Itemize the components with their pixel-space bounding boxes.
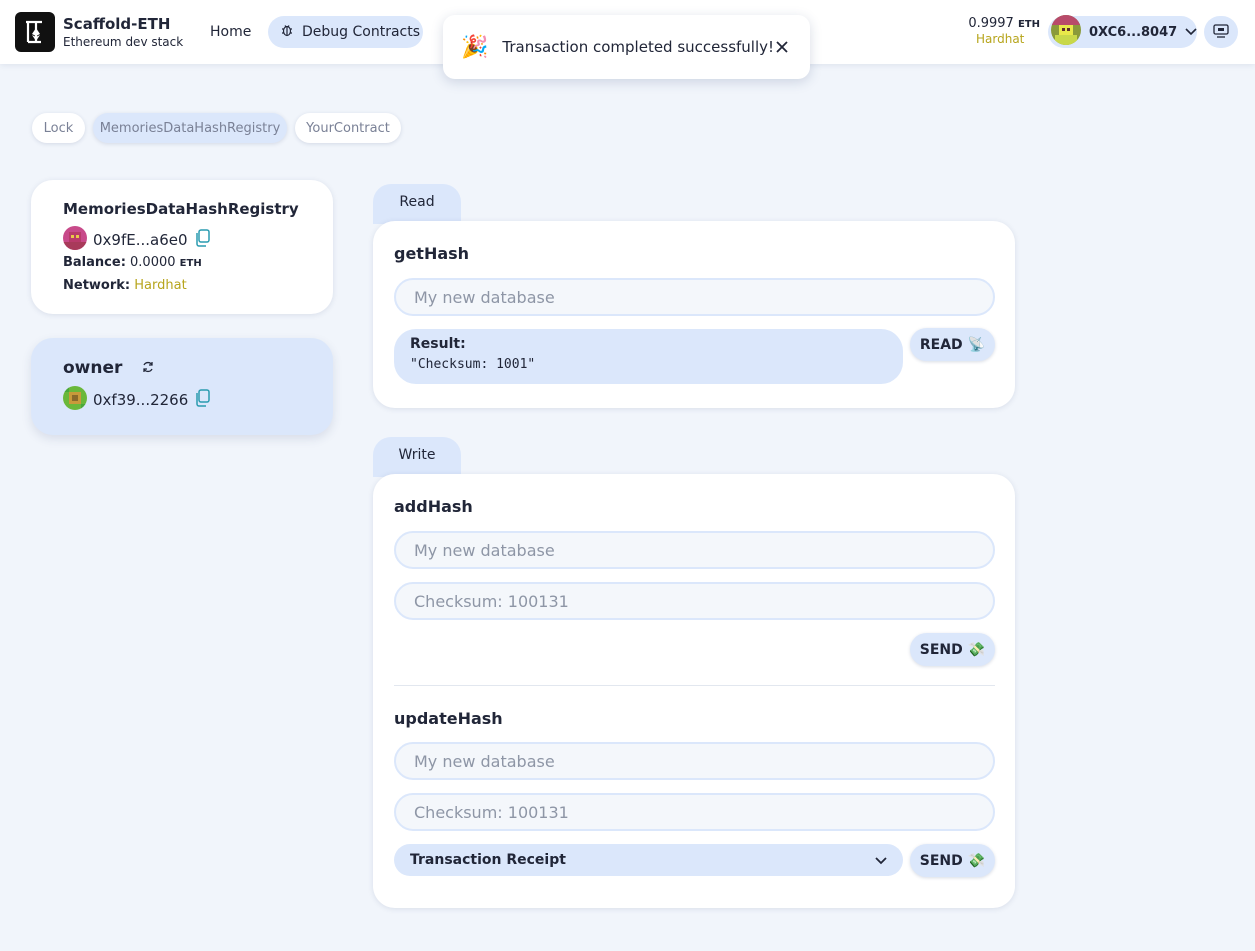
contract-tab-yourcontract[interactable]: YourContract [295, 113, 401, 143]
owner-label-text: owner [63, 358, 123, 378]
updatehash-function-name: updateHash [394, 709, 503, 728]
contract-network-line: Network: Hardhat [63, 278, 187, 293]
network-label: Network: [63, 278, 131, 293]
gethash-input[interactable]: My new database [394, 278, 995, 316]
tab-read: Read [373, 184, 461, 224]
read-button[interactable]: READ 📡 [910, 328, 995, 361]
balance-value: 0.0000 [130, 255, 176, 270]
read-function-name: getHash [394, 244, 470, 263]
brand-title: Scaffold-ETH [63, 15, 171, 33]
brand-subtitle: Ethereum dev stack [63, 35, 184, 49]
wallet-account-button[interactable]: 0XC6...8047 [1048, 15, 1197, 49]
refresh-icon[interactable] [142, 358, 154, 378]
wallet-balance-unit: ETH [1017, 19, 1040, 30]
copy-icon[interactable] [194, 389, 211, 411]
success-toast: 🎉 Transaction completed successfully! [443, 15, 810, 79]
read-button-label: READ [919, 336, 963, 353]
network-value: Hardhat [134, 278, 187, 293]
toast-message: Transaction completed successfully! [502, 38, 775, 56]
qr-code-button[interactable] [1204, 16, 1238, 48]
updatehash-input-1[interactable]: My new database [394, 742, 995, 780]
copy-icon[interactable] [194, 229, 210, 251]
contract-tab-memories[interactable]: MemoriesDataHashRegistry [93, 113, 287, 143]
contract-tab-lock[interactable]: Lock [32, 113, 85, 143]
tab-write: Write [373, 437, 461, 477]
receipt-label: Transaction Receipt [410, 852, 566, 868]
read-panel: getHash My new database Result: "Checksu… [373, 221, 1015, 408]
owner-card: owner 0xf39...2266 [31, 338, 333, 435]
owner-label: owner [63, 358, 154, 378]
result-value: "Checksum: 1001" [410, 357, 536, 372]
send-button-label: SEND [919, 641, 963, 658]
send-button-label: SEND [919, 852, 963, 869]
chevron-down-icon [875, 853, 887, 869]
money-icon: 💸 [967, 641, 986, 658]
transaction-receipt-dropdown[interactable]: Transaction Receipt [394, 844, 903, 876]
satellite-icon: 📡 [967, 336, 986, 353]
avatar [63, 386, 87, 414]
close-icon[interactable] [773, 38, 791, 56]
bug-icon [280, 23, 294, 41]
money-icon: 💸 [967, 852, 986, 869]
contract-info-card: MemoriesDataHashRegistry 0x9fE...a6e0 Ba… [31, 180, 333, 314]
updatehash-input-2[interactable]: Checksum: 100131 [394, 793, 995, 831]
wallet-balance: 0.9997 ETH [968, 16, 1040, 31]
addhash-input-1[interactable]: My new database [394, 531, 995, 569]
wallet-address: 0XC6...8047 [1089, 24, 1178, 40]
qr-code-icon [1213, 23, 1229, 42]
updatehash-send-button[interactable]: SEND 💸 [910, 844, 995, 877]
contract-address-row: 0x9fE...a6e0 [63, 226, 210, 254]
write-panel: addHash My new database Checksum: 100131… [373, 474, 1015, 908]
party-popper-icon: 🎉 [461, 34, 489, 60]
contract-address: 0x9fE...a6e0 [93, 231, 188, 249]
read-result-box: Result: "Checksum: 1001" [394, 329, 903, 384]
addhash-function-name: addHash [394, 497, 473, 516]
avatar [1051, 15, 1081, 49]
addhash-send-button[interactable]: SEND 💸 [910, 633, 995, 666]
scaffold-logo[interactable] [15, 12, 55, 52]
addhash-input-2[interactable]: Checksum: 100131 [394, 582, 995, 620]
wallet-balance-value: 0.9997 [968, 16, 1014, 31]
nav-home-link[interactable]: Home [210, 24, 251, 40]
contract-name: MemoriesDataHashRegistry [63, 200, 299, 218]
owner-address: 0xf39...2266 [93, 391, 189, 409]
nav-debug-label: Debug Contracts [302, 24, 421, 40]
nav-debug-contracts-link[interactable]: Debug Contracts [268, 16, 423, 48]
owner-address-row: 0xf39...2266 [63, 386, 211, 414]
balance-unit: ETH [179, 258, 202, 269]
divider [394, 685, 995, 686]
balance-label: Balance: [63, 255, 126, 270]
wallet-network: Hardhat [976, 32, 1025, 46]
avatar [63, 226, 87, 254]
chevron-down-icon [1185, 25, 1197, 40]
contract-balance-line: Balance: 0.0000 ETH [63, 255, 202, 270]
result-label: Result: [410, 336, 466, 352]
